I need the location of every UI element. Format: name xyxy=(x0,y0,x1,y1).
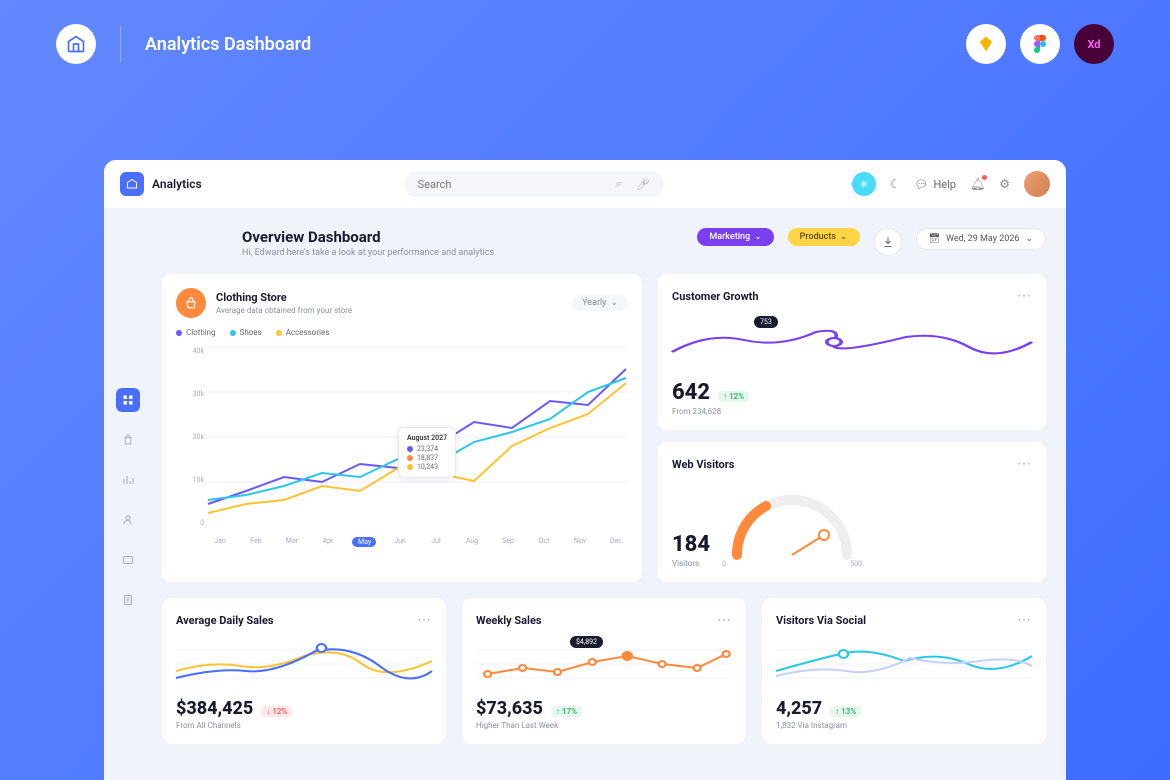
more-button[interactable]: ⋯ xyxy=(1017,456,1032,472)
growth-title: Customer Growth xyxy=(672,290,759,303)
sidebar-item-dashboard[interactable] xyxy=(116,388,140,412)
gauge-chart xyxy=(722,480,862,560)
visitors-label: Visitors xyxy=(672,559,710,568)
growth-from: From 234,628 xyxy=(672,407,1032,416)
avatar[interactable] xyxy=(1024,171,1050,197)
more-button[interactable]: ⋯ xyxy=(417,612,432,628)
main-chart: 40k30k20k10k0 xyxy=(176,347,628,547)
daily-title: Average Daily Sales xyxy=(176,614,274,627)
weekly-chart: $4,892 xyxy=(476,636,732,692)
weekly-badge: $4,892 xyxy=(570,636,603,648)
chat-icon: 💬︎ xyxy=(914,178,928,191)
chevron-down-icon: ⌄ xyxy=(754,232,762,242)
chevron-down-icon: ⌄ xyxy=(1025,234,1033,244)
period-select[interactable]: Yearly⌄ xyxy=(572,295,628,311)
sidebar-item-message[interactable] xyxy=(116,548,140,572)
daily-from: From All Channels xyxy=(176,721,432,730)
growth-value: 642 xyxy=(672,380,710,405)
outer-logo xyxy=(56,24,96,64)
social-title: Visitors Via Social xyxy=(776,614,866,627)
mic-icon[interactable]: 🎤︎ xyxy=(636,178,650,191)
theme-toggle[interactable]: ☀ xyxy=(852,172,876,196)
store-subtitle: Average data obtained from your store xyxy=(216,306,352,315)
weekly-card: Weekly Sales ⋯ $4,892 $73,635 ↑ 17% Higher… xyxy=(462,598,746,744)
sketch-icon[interactable] xyxy=(966,24,1006,64)
weekly-pct: ↑ 17% xyxy=(551,706,582,717)
brand-name: Analytics xyxy=(152,177,202,191)
daily-pct: ↓ 12% xyxy=(261,706,292,717)
daily-value: $384,425 xyxy=(176,698,253,719)
topbar: Analytics ⌕ 🎤︎ ☀ ☾ 💬︎Help 🔔︎ ⚙ xyxy=(104,160,1066,208)
settings-icon[interactable]: ⚙ xyxy=(999,177,1010,191)
marketing-pill[interactable]: Marketing⌄ xyxy=(697,228,773,246)
growth-card: Customer Growth ⋯ 753 642 ↑ 12% From 234,6… xyxy=(658,274,1046,430)
figma-icon[interactable] xyxy=(1020,24,1060,64)
weekly-value: $73,635 xyxy=(476,698,543,719)
more-button[interactable]: ⋯ xyxy=(717,612,732,628)
sidebar-item-chart[interactable] xyxy=(116,468,140,492)
page-title: Overview Dashboard xyxy=(242,228,683,246)
search-box[interactable]: ⌕ 🎤︎ xyxy=(404,171,664,197)
chevron-down-icon: ⌄ xyxy=(610,298,618,308)
daily-card: Average Daily Sales ⋯ $384,425 ↓ 12% From … xyxy=(162,598,446,744)
app-window: Analytics ⌕ 🎤︎ ☀ ☾ 💬︎Help 🔔︎ ⚙ xyxy=(104,160,1066,780)
chevron-down-icon: ⌄ xyxy=(840,232,848,242)
social-chart xyxy=(776,636,1032,692)
weekly-title: Weekly Sales xyxy=(476,614,542,627)
growth-badge: 753 xyxy=(754,316,778,328)
social-from: 1,832 Via Instagram xyxy=(776,721,1032,730)
growth-pct: ↑ 12% xyxy=(718,391,749,402)
search-input[interactable] xyxy=(418,178,608,191)
products-pill[interactable]: Products⌄ xyxy=(788,228,860,246)
download-button[interactable] xyxy=(874,228,902,256)
xd-icon[interactable]: Xd xyxy=(1074,24,1114,64)
calendar-icon: 📅︎ xyxy=(929,234,940,244)
visitors-value: 184 xyxy=(672,532,710,557)
x-axis: JanFebMarAprMayJunJulAugSepOctNovDec xyxy=(208,537,628,547)
brand-icon xyxy=(120,172,144,196)
store-card: Clothing Store Average data obtained fro… xyxy=(162,274,642,582)
outer-header: Analytics Dashboard Xd xyxy=(0,0,1170,88)
moon-icon[interactable]: ☾ xyxy=(890,177,901,191)
visitors-card: Web Visitors ⋯ 184 Visitors xyxy=(658,442,1046,582)
more-button[interactable]: ⋯ xyxy=(1017,288,1032,304)
growth-chart: 753 xyxy=(672,312,1032,372)
search-icon[interactable]: ⌕ xyxy=(616,177,622,191)
date-picker[interactable]: 📅︎Wed, 29 May 2026⌄ xyxy=(916,228,1046,250)
sidebar-item-bag[interactable] xyxy=(116,428,140,452)
more-button[interactable]: ⋯ xyxy=(1017,612,1032,628)
visitors-title: Web Visitors xyxy=(672,458,734,471)
sidebar-item-user[interactable] xyxy=(116,508,140,532)
basket-icon xyxy=(176,288,206,318)
help-button[interactable]: 💬︎Help xyxy=(914,178,956,191)
social-value: 4,257 xyxy=(776,698,822,719)
social-pct: ↑ 13% xyxy=(830,706,861,717)
chart-legend: Clothing Shoes Accessories xyxy=(176,328,628,337)
sidebar-item-doc[interactable] xyxy=(116,588,140,612)
page-subtitle: Hi, Edward here's take a look at your pe… xyxy=(242,248,683,258)
chart-tooltip: August 2027 23,374 18,837 10,243 xyxy=(398,427,456,478)
daily-chart xyxy=(176,636,432,692)
bell-icon[interactable]: 🔔︎ xyxy=(970,177,985,191)
weekly-from: Higher Than Last Week xyxy=(476,721,732,730)
outer-title: Analytics Dashboard xyxy=(145,34,311,55)
social-card: Visitors Via Social ⋯ 4,257 ↑ 13% 1,832 Vi… xyxy=(762,598,1046,744)
sidebar xyxy=(104,208,152,780)
store-title: Clothing Store xyxy=(216,291,352,304)
